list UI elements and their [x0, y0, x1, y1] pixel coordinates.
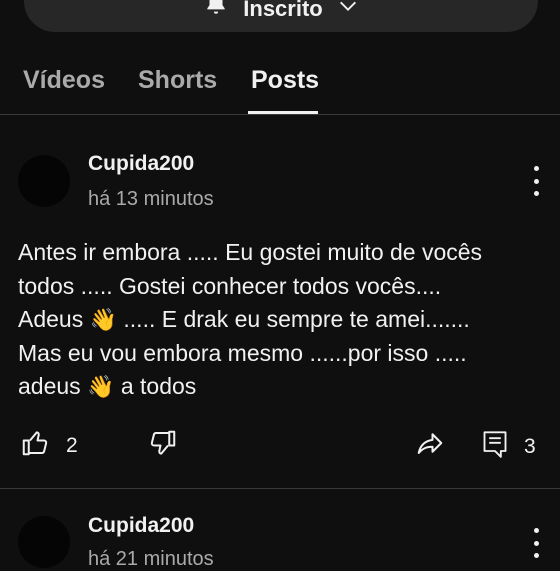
waving-hand-emoji: 👋 [87, 374, 115, 400]
more-vert-icon[interactable] [526, 528, 546, 558]
thumbs-up-icon [20, 428, 50, 463]
post-actions: 2 3 [0, 428, 560, 464]
comments-button[interactable]: 3 [481, 428, 536, 465]
post-line: Antes ir embora ..... Eu gostei muito de… [18, 239, 483, 265]
waving-hand-emoji: 👋 [89, 307, 118, 333]
tabs-divider [0, 114, 560, 115]
subscribe-label: Inscrito [243, 0, 323, 21]
share-icon [414, 428, 446, 463]
comment-count: 3 [524, 434, 536, 458]
like-count: 2 [66, 433, 78, 457]
post-divider [0, 488, 560, 489]
thumbs-down-icon [148, 428, 178, 463]
avatar[interactable] [18, 155, 70, 207]
post-line: adeus 👋 a todos [18, 373, 197, 400]
tab-shorts[interactable]: Shorts [138, 66, 217, 95]
bell-icon [203, 0, 229, 22]
chevron-down-icon [337, 0, 359, 22]
subscribe-button[interactable]: Inscrito [24, 0, 538, 32]
avatar[interactable] [18, 516, 70, 568]
channel-tabs: Vídeos Shorts Posts [0, 58, 560, 114]
comment-icon [481, 428, 509, 465]
share-button[interactable] [414, 428, 446, 463]
like-button[interactable]: 2 [20, 428, 78, 463]
post-time: há 13 minutos [88, 188, 214, 210]
tab-videos[interactable]: Vídeos [23, 66, 105, 95]
post-line: Adeus 👋 ..... E drak eu sempre te amei..… [18, 306, 470, 333]
more-vert-icon[interactable] [526, 166, 546, 196]
post-line: todos ..... Gostei conhecer todos vocês.… [18, 272, 442, 299]
post-author[interactable]: Cupida200 [88, 514, 194, 538]
dislike-button[interactable] [148, 428, 178, 463]
post-line: Mas eu vou embora mesmo ......por isso .… [18, 339, 467, 366]
post-text: Antes ir embora ..... Eu gostei muito de… [18, 236, 548, 404]
post-author[interactable]: Cupida200 [88, 152, 194, 176]
tab-posts[interactable]: Posts [251, 66, 319, 95]
